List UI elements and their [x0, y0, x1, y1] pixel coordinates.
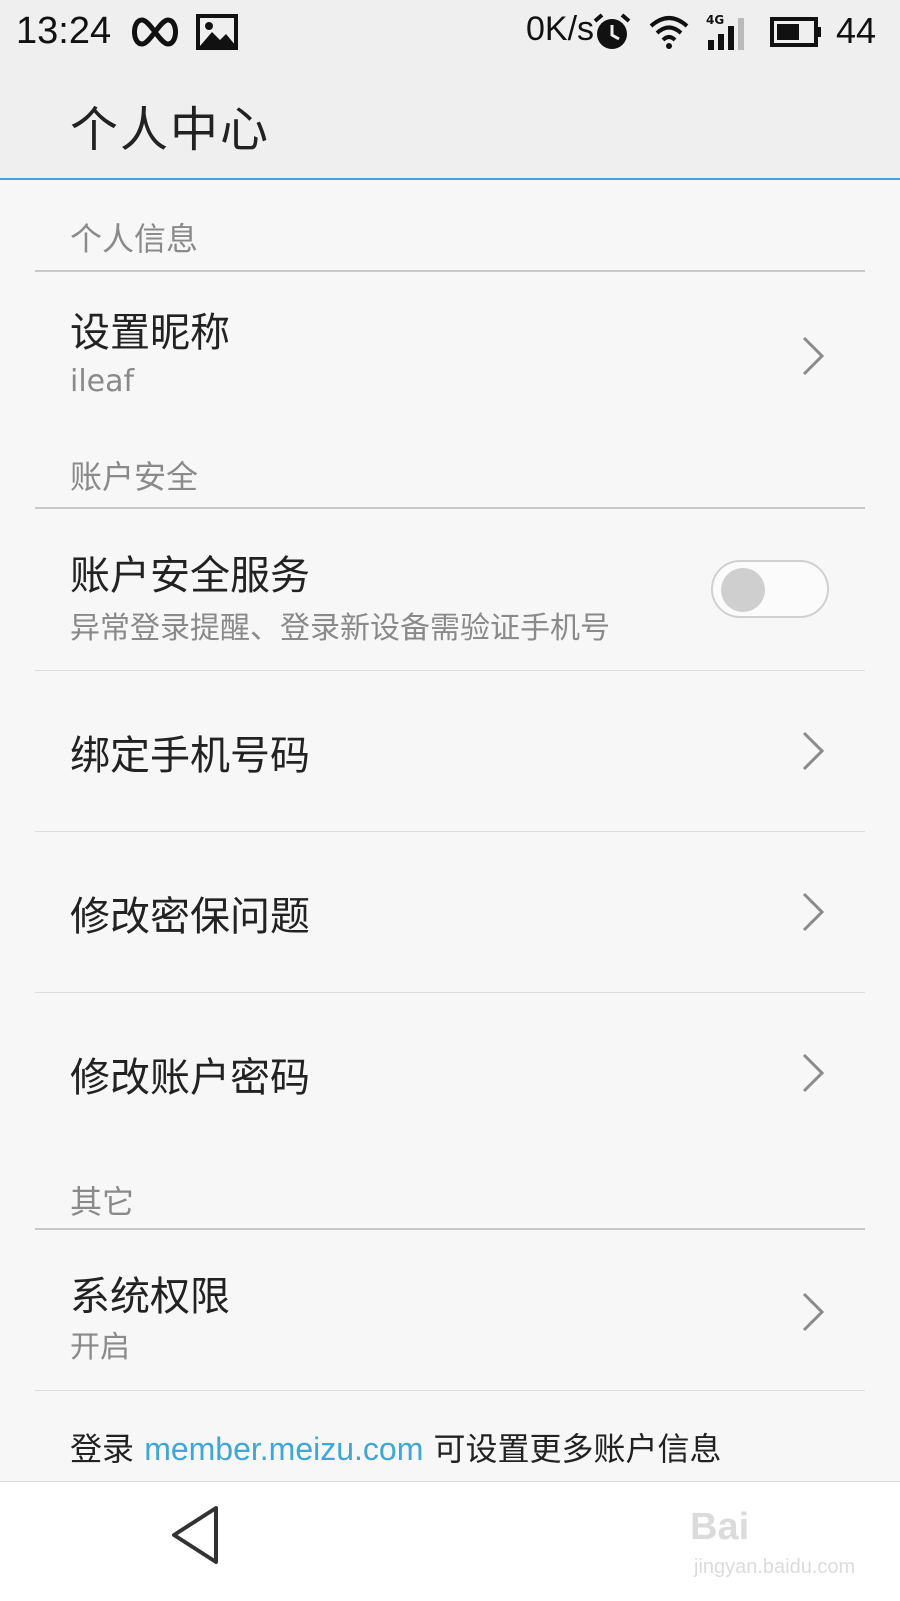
- chevron-right-icon: [802, 892, 825, 932]
- section-label-personal-info: 个人信息: [70, 220, 199, 258]
- item-title: 设置昵称: [70, 310, 230, 356]
- footer-prefix: 登录: [70, 1430, 145, 1468]
- item-value: ileaf: [70, 364, 135, 399]
- status-time: 13:24: [16, 10, 112, 52]
- toggle-knob: [721, 568, 765, 612]
- item-value: 开启: [70, 1330, 130, 1365]
- settings-item-change-password[interactable]: 修改账户密码: [0, 993, 900, 1153]
- item-title: 账户安全服务: [70, 553, 310, 599]
- item-title: 系统权限: [70, 1274, 230, 1320]
- settings-item-system-permission[interactable]: 系统权限 开启: [0, 1230, 900, 1390]
- footer-note: 登录 member.meizu.com 可设置更多账户信息: [70, 1424, 722, 1470]
- watermark-text: Bai: [690, 1506, 750, 1548]
- app-header: 个人中心: [0, 68, 900, 180]
- footer-suffix: 可设置更多账户信息: [423, 1430, 722, 1468]
- member-site-link[interactable]: member.meizu.com: [144, 1431, 423, 1467]
- battery-icon: [770, 17, 821, 47]
- settings-item-nickname[interactable]: 设置昵称 ileaf: [0, 272, 900, 422]
- net-speed: 0K/s: [526, 10, 595, 48]
- section-label-account-security: 账户安全: [70, 458, 199, 496]
- page-title: 个人中心: [70, 102, 271, 158]
- security-service-toggle[interactable]: [711, 560, 829, 618]
- item-subtitle: 异常登录提醒、登录新设备需验证手机号: [70, 611, 610, 646]
- section-label-other: 其它: [70, 1183, 135, 1221]
- battery-level: 44: [836, 10, 877, 51]
- chevron-right-icon: [802, 1053, 825, 1093]
- navigation-bar: Bai jingyan.baidu.com: [0, 1481, 900, 1601]
- watermark-sub: jingyan.baidu.com: [694, 1556, 856, 1578]
- back-icon[interactable]: [168, 1504, 222, 1566]
- settings-item-security-question[interactable]: 修改密保问题: [0, 832, 900, 992]
- settings-item-security-service[interactable]: 账户安全服务 异常登录提醒、登录新设备需验证手机号: [0, 509, 900, 669]
- infinity-icon: [132, 17, 178, 47]
- chevron-right-icon: [802, 1292, 825, 1332]
- wifi-icon: [649, 16, 689, 49]
- item-title: 修改密保问题: [70, 894, 310, 940]
- item-title: 绑定手机号码: [70, 733, 310, 779]
- chevron-right-icon: [802, 336, 825, 376]
- settings-item-bind-phone[interactable]: 绑定手机号码: [0, 671, 900, 831]
- status-bar: 13:24 0K/s 4G 44: [0, 0, 900, 68]
- svg-text:4G: 4G: [706, 13, 724, 27]
- alarm-icon: [593, 13, 631, 49]
- signal-4g-icon: 4G: [706, 13, 744, 50]
- chevron-right-icon: [802, 731, 825, 771]
- baidu-watermark-logo: Bai jingyan.baidu.com: [690, 1506, 860, 1586]
- image-icon: [196, 14, 238, 50]
- item-divider: [35, 1390, 865, 1391]
- item-title: 修改账户密码: [70, 1055, 310, 1101]
